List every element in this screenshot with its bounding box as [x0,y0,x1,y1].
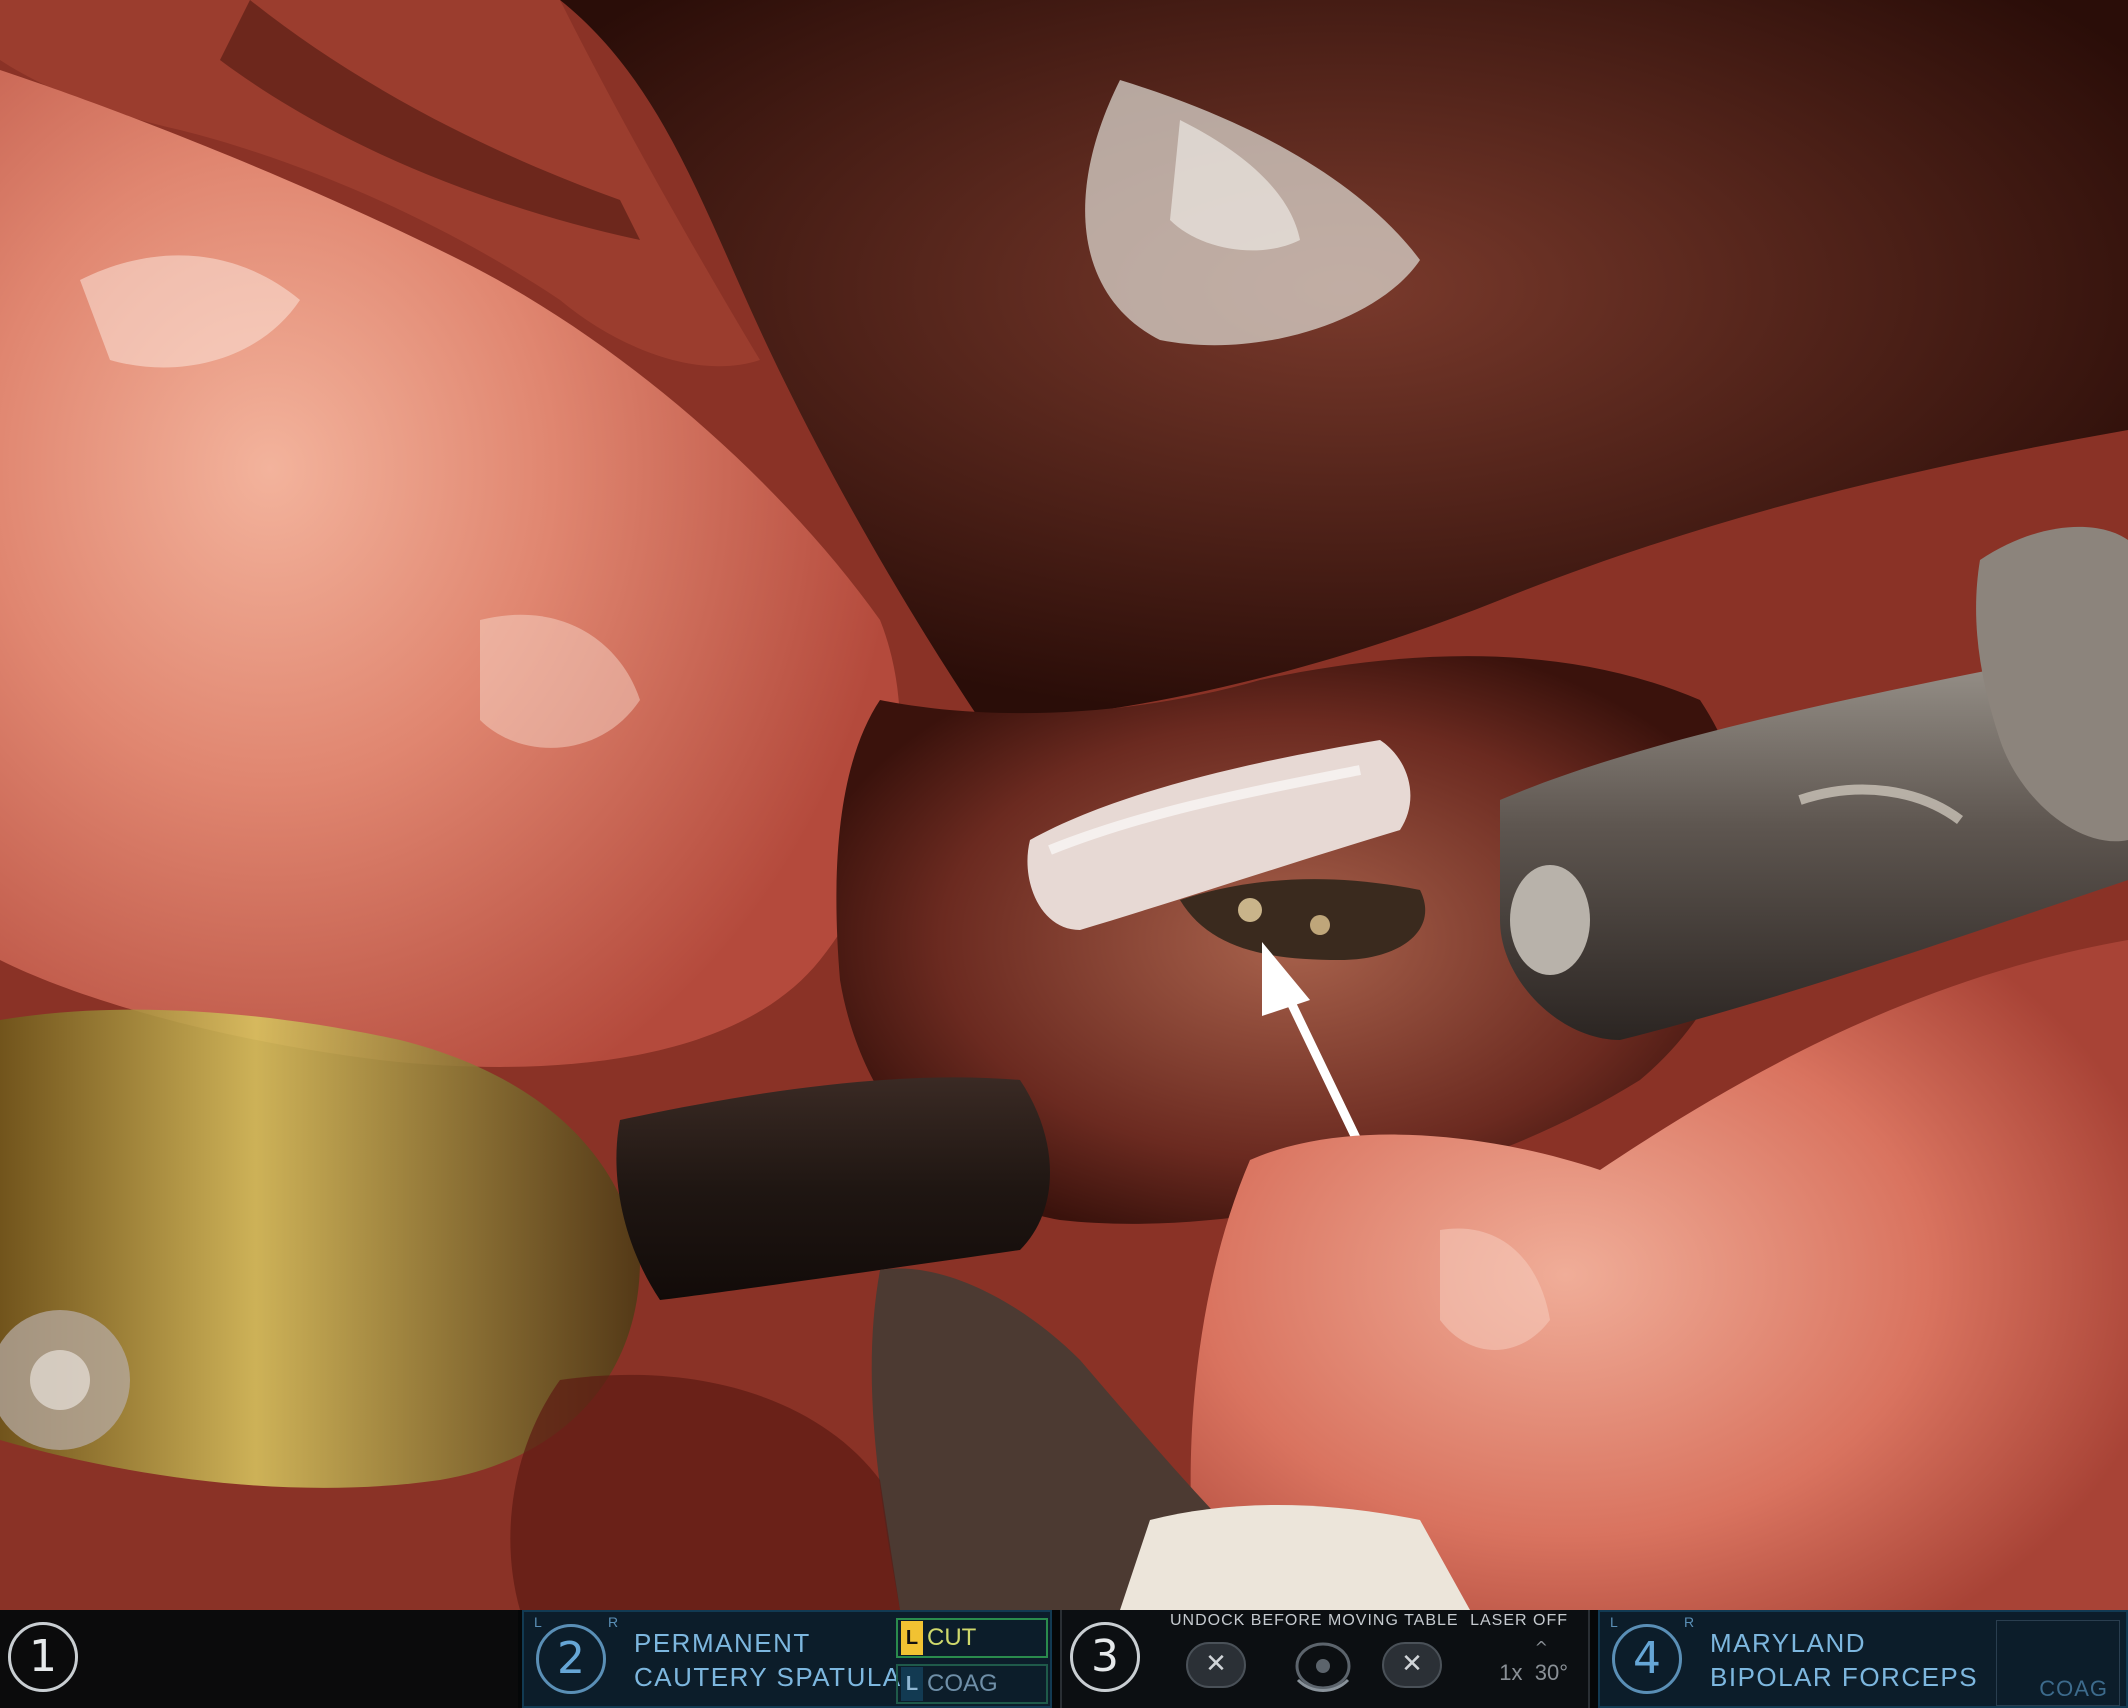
zoom-level: 1x [1499,1660,1523,1685]
angle-caret-icon: ^ [1534,1638,1548,1657]
zoom-angle-readout: 1x 30° [1499,1660,1568,1686]
arm-1-number: 1 [8,1622,78,1692]
arm-4-coag-label: COAG [2039,1676,2108,1701]
arm-4-right-mark: R [1684,1614,1695,1630]
arm-4-panel: L R 4 MARYLAND BIPOLAR FORCEPS COAG [1598,1610,2128,1708]
laser-status: LASER OFF [1470,1612,1568,1629]
surgical-field-image [0,0,2128,1610]
coag-energy-indicator: L COAG [896,1664,1048,1704]
left-hand-control-icon: ✕ [1186,1642,1246,1688]
robot-arm-status-bar: 1 L R 2 PERMANENT CAUTERY SPATULA L CUT L… [0,1610,2128,1708]
arm-2-instrument-name: PERMANENT CAUTERY SPATULA [634,1628,902,1692]
arm-4-number: 4 [1612,1624,1682,1694]
undock-warning: UNDOCK BEFORE MOVING TABLE [1170,1612,1459,1629]
cut-label: CUT [927,1624,977,1651]
right-hand-control-icon: ✕ [1382,1642,1442,1688]
cut-side-tag: L [901,1621,923,1655]
arm-2-left-mark: L [534,1614,542,1630]
arm-2-right-mark: R [608,1614,619,1630]
scope-angle: 30° [1534,1660,1568,1685]
coag-side-tag: L [901,1667,923,1701]
arm-3-camera-panel: UNDOCK BEFORE MOVING TABLE LASER OFF 3 ✕… [1060,1610,1590,1708]
arm-1-panel: 1 [0,1610,518,1708]
arm-4-left-mark: L [1610,1614,1618,1630]
cut-energy-indicator: L CUT [896,1618,1048,1658]
arm-3-number: 3 [1070,1622,1140,1692]
arm-4-instrument-name: MARYLAND BIPOLAR FORCEPS [1710,1628,1979,1692]
coag-label: COAG [927,1670,998,1697]
endoscope-icon [1295,1642,1351,1692]
arm-2-number: 2 [536,1624,606,1694]
arm-2-panel: L R 2 PERMANENT CAUTERY SPATULA L CUT L CO… [522,1610,1052,1708]
